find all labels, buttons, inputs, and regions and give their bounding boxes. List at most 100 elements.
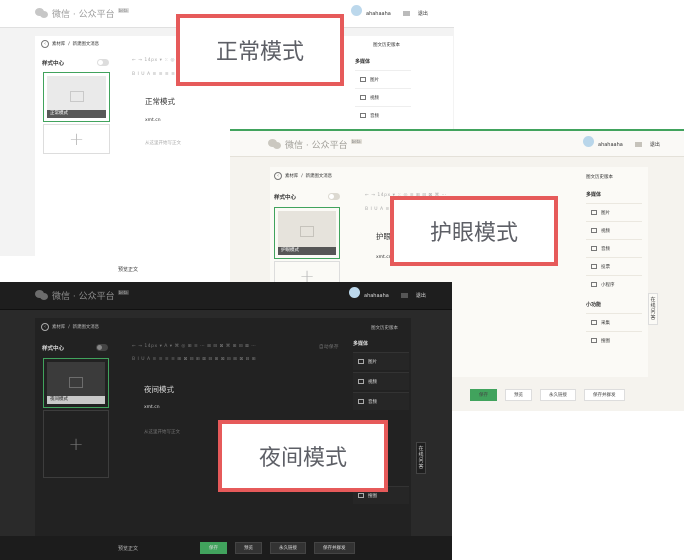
body-placeholder[interactable]: 从这里开始写正文 — [145, 140, 181, 146]
permalink-button[interactable]: 永久链接 — [540, 389, 576, 401]
mini-item-collect[interactable]: 采集 — [586, 313, 642, 331]
mini-item-label: 搜图 — [368, 493, 377, 499]
preview-button[interactable]: 预览 — [235, 542, 263, 554]
style-toggle[interactable] — [328, 193, 340, 200]
message-icon[interactable] — [400, 293, 408, 298]
breadcrumb-current: 新建图文消息 — [305, 174, 333, 179]
style-toggle[interactable] — [96, 344, 108, 351]
avatar-icon[interactable] — [583, 136, 594, 147]
media-item-label: 图片 — [368, 359, 377, 365]
preview-body-link[interactable]: 预览正文 — [118, 545, 138, 552]
media-item-video[interactable]: 视频 — [586, 221, 642, 239]
breadcrumb-separator: / — [68, 324, 70, 330]
breadcrumb: ‹ 素材库 / 新建图文消息 — [41, 40, 99, 48]
save-and-send-button[interactable]: 保存并群发 — [584, 389, 625, 401]
body-placeholder[interactable]: 从这里开始写正文 — [144, 429, 180, 435]
preview-button[interactable]: 预览 — [505, 389, 532, 401]
breadcrumb: ‹ 素材库 / 新建图文消息 — [41, 323, 99, 331]
media-item-audio[interactable]: 音频 — [355, 106, 411, 124]
brand-name: 微信 · 公众平台 — [52, 292, 115, 302]
preview-body-link[interactable]: 预览正文 — [118, 266, 138, 273]
article-thumbnail: 夜间模式 — [47, 362, 105, 404]
style-center-label: 样式中心 — [42, 61, 65, 67]
permalink-button[interactable]: 永久链接 — [270, 542, 307, 554]
history-versions-link[interactable]: 图文历史版本 — [371, 325, 398, 331]
media-item-audio[interactable]: 音频 — [353, 392, 409, 410]
video-icon — [591, 228, 597, 233]
media-item-label: 投票 — [601, 264, 610, 270]
author-input[interactable]: xmt.cn — [144, 405, 160, 410]
article-title-input[interactable]: 正常模式 — [145, 96, 175, 107]
avatar-icon[interactable] — [349, 287, 360, 298]
article-caption: 护眼模式 — [278, 247, 336, 255]
mini-item-search-image[interactable]: 搜图 — [586, 331, 642, 349]
breadcrumb-root[interactable]: 素材库 — [52, 41, 65, 47]
media-item-image[interactable]: 图片 — [353, 352, 409, 370]
article-item-selected[interactable]: 护眼模式 — [274, 207, 340, 259]
media-item-video[interactable]: 视频 — [353, 372, 409, 390]
save-and-send-button[interactable]: 保存并群发 — [314, 542, 355, 554]
media-item-label: 视频 — [370, 95, 379, 101]
wechat-logo[interactable]: 微信 · 公众平台 beta — [35, 7, 129, 20]
author-input[interactable]: xmt.cn — [145, 118, 161, 123]
image-placeholder-icon — [69, 90, 84, 102]
message-icon[interactable] — [634, 142, 642, 147]
breadcrumb-current: 新建图文消息 — [72, 42, 100, 47]
breadcrumb-separator: / — [68, 41, 70, 47]
media-item-mini-program[interactable]: 小程序 — [586, 275, 642, 293]
media-item-audio[interactable]: 音频 — [586, 239, 642, 257]
article-title-input[interactable]: 夜间模式 — [144, 384, 174, 395]
message-icon[interactable] — [402, 11, 410, 16]
style-toggle[interactable] — [97, 59, 109, 66]
style-center-title: 样式中心 — [42, 344, 64, 352]
breadcrumb-root[interactable]: 素材库 — [285, 173, 298, 179]
user-name: ahahaaha — [366, 10, 391, 17]
media-item-image[interactable]: 图片 — [355, 70, 411, 88]
media-item-label: 音频 — [601, 246, 610, 252]
save-button[interactable]: 保存 — [470, 389, 497, 401]
add-article-button[interactable]: + — [43, 410, 109, 478]
editor-toolbar-row2[interactable]: B I U A ≡ ≡ ≡ ≡ ⊞ ⊠ ⊟ ⊞ ⊠ ⊟ ⊞ ⊠ ⊟ ⊞ ⊠ ⊟ … — [132, 357, 256, 362]
save-button[interactable]: 保存 — [200, 542, 228, 554]
logout-link[interactable]: 退出 — [418, 10, 428, 17]
wechat-logo[interactable]: 微信 · 公众平台 beta — [35, 289, 129, 302]
media-item-image[interactable]: 图片 — [586, 203, 642, 221]
media-item-vote[interactable]: 投票 — [586, 257, 642, 275]
article-title-input[interactable]: 护眼 — [376, 231, 391, 242]
add-article-button[interactable]: + — [43, 124, 110, 154]
wechat-logo-icon — [35, 290, 49, 301]
vote-icon — [591, 264, 597, 269]
mini-heading: 小功能 — [586, 302, 602, 308]
article-thumbnail: 护眼模式 — [278, 211, 336, 255]
user-area: ahahaaha 退出 — [349, 286, 426, 299]
editor-toolbar-row1[interactable]: ← → 14px ▾ A ▾ ⌘ ◎ ⊞ ≡ ⋯ ⊞ ⊟ ⊠ ⌘ ⊞ ⊟ ⊠ ⋯ — [132, 344, 256, 349]
media-item-video[interactable]: 视频 — [355, 88, 411, 106]
style-center-title: 样式中心 — [274, 193, 296, 201]
media-heading: 多媒体 — [355, 59, 371, 65]
online-qa-tab[interactable]: 在线问答 — [648, 293, 658, 325]
article-item-selected[interactable]: 正常模式 — [43, 72, 110, 122]
history-versions-link[interactable]: 图文历史版本 — [586, 174, 613, 180]
search-image-icon — [591, 338, 597, 343]
mini-item-label: 搜图 — [601, 338, 610, 344]
collect-icon — [591, 320, 597, 325]
logout-link[interactable]: 退出 — [416, 292, 426, 299]
logout-link[interactable]: 退出 — [650, 141, 660, 148]
avatar-icon[interactable] — [351, 5, 362, 16]
back-icon[interactable]: ‹ — [274, 172, 282, 180]
breadcrumb-root[interactable]: 素材库 — [52, 324, 65, 330]
article-item-selected[interactable]: 夜间模式 — [43, 358, 109, 408]
online-qa-tab[interactable]: 在线问答 — [416, 442, 426, 474]
back-icon[interactable]: ‹ — [41, 323, 49, 331]
wechat-logo[interactable]: 微信 · 公众平台 beta — [268, 138, 362, 151]
mini-program-icon — [591, 282, 597, 287]
article-thumbnail: 正常模式 — [47, 76, 106, 118]
audio-icon — [360, 113, 366, 118]
media-panel: 多媒体 图片 视频 音频 — [355, 58, 411, 124]
media-heading: 多媒体 — [586, 192, 602, 198]
history-versions-link[interactable]: 图文历史版本 — [373, 42, 400, 48]
back-icon[interactable]: ‹ — [41, 40, 49, 48]
footer-bar: 保存 预览 永久链接 保存并群发 — [470, 389, 633, 401]
breadcrumb-separator: / — [301, 173, 303, 179]
media-item-label: 视频 — [601, 228, 610, 234]
